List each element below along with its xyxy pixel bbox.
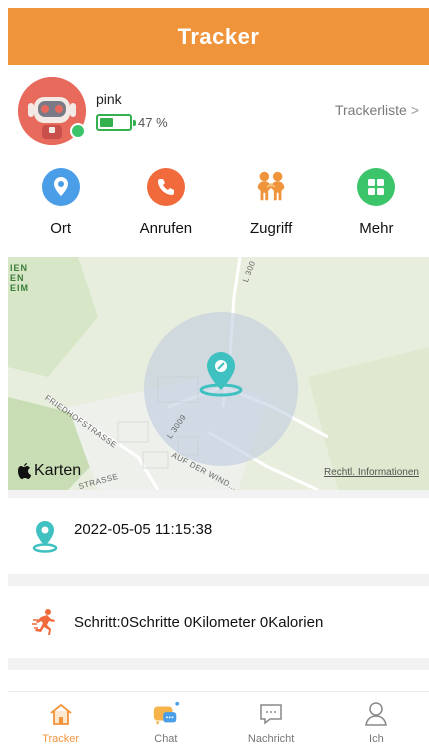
tab-tracker-label: Tracker [42,733,80,745]
running-icon [26,603,64,641]
action-zugriff[interactable]: Zugriff [219,168,324,248]
activity-summary: Schritt:0Schritte 0Kilometer 0Kalorien [74,613,324,631]
tab-chat[interactable]: Chat [113,692,218,749]
divider [8,490,429,498]
action-anrufen[interactable]: Anrufen [113,168,218,248]
last-location-row[interactable]: 2022-05-05 11:15:38 [8,498,429,574]
action-ort[interactable]: Ort [8,168,113,248]
page-title: Tracker [177,23,260,49]
activity-row[interactable]: Schritt:0Schritte 0Kilometer 0Kalorien [8,586,429,658]
action-mehr[interactable]: Mehr [324,168,429,248]
tab-nachricht-label: Nachricht [247,733,295,745]
action-ort-label: Ort [50,220,72,237]
tab-ich[interactable]: Ich [324,692,429,749]
family-icon [252,168,290,206]
device-summary[interactable]: pink 47 % Trackerliste > [8,65,429,155]
chevron-right-icon: > [410,102,419,118]
device-name: pink [96,91,122,107]
map-place-label: IEN EN EIM [10,263,30,293]
map-canvas [8,257,429,490]
divider [8,574,429,586]
apple-logo-icon [18,463,31,479]
status-strip [0,0,429,8]
grid-icon [357,168,396,206]
battery-percent: 47 % [138,115,168,130]
tab-ich-label: Ich [369,733,384,745]
quick-actions: Ort Anrufen Zugriff Mehr [8,168,429,248]
tab-tracker[interactable]: Tracker [8,692,113,749]
home-icon [47,700,75,728]
tab-nachricht[interactable]: Nachricht [219,692,324,749]
app-header: Tracker [8,8,429,65]
tracker-list-link[interactable]: Trackerliste > [335,102,419,118]
battery-nub [133,120,136,126]
battery-icon [96,114,136,131]
person-icon [362,700,390,728]
online-status-dot [70,123,86,139]
action-mehr-label: Mehr [359,220,394,237]
battery-level [100,118,114,127]
action-anrufen-label: Anrufen [139,220,193,237]
maps-brand: Karten [18,462,81,480]
action-zugriff-label: Zugriff [250,220,293,237]
divider [8,658,429,670]
phone-icon [146,168,185,206]
bottom-tab-bar: Tracker Chat Nachricht Ich [8,691,429,749]
location-map[interactable]: IEN EN EIM L 300 FRIEDHOFSTRASSE L 3009 … [8,257,429,490]
location-pin-icon [41,168,80,206]
last-location-timestamp: 2022-05-05 11:15:38 [74,520,213,538]
chat-icon [152,700,180,728]
location-pin-icon [26,517,64,555]
tab-chat-label: Chat [154,733,178,745]
tracker-list-label: Trackerliste [334,102,407,118]
maps-brand-label: Karten [34,462,82,479]
legal-info-link[interactable]: Rechtl. Informationen [324,467,419,478]
message-icon [257,700,285,728]
